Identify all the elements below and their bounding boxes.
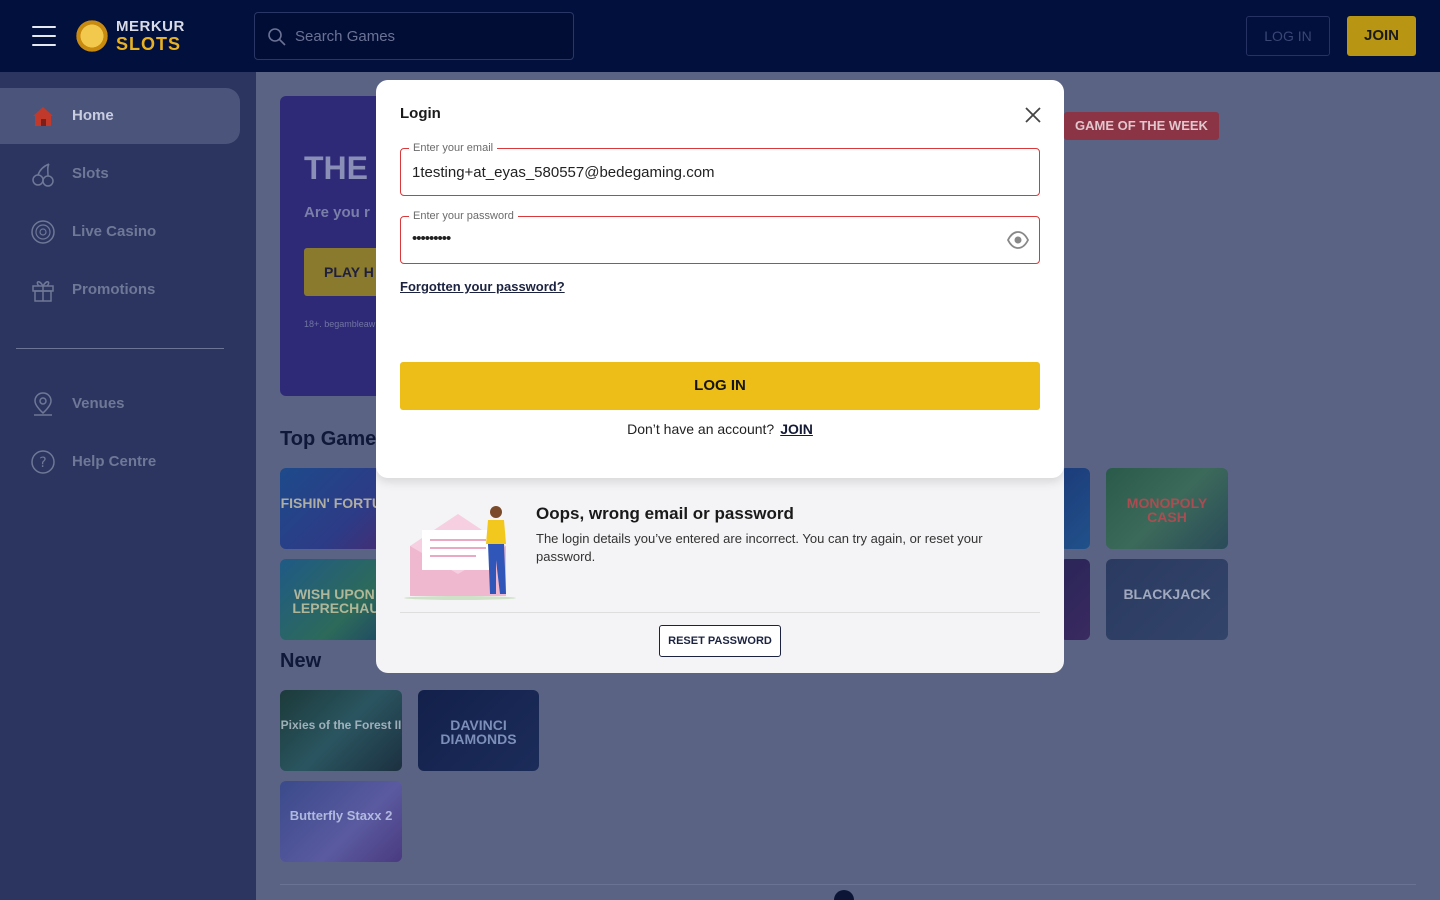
gift-icon bbox=[32, 281, 54, 302]
sidebar-item-help-centre[interactable]: ? Help Centre bbox=[0, 434, 240, 490]
game-tile-title: DAVINCI DIAMONDS bbox=[440, 717, 517, 747]
help-circle-icon: ? bbox=[31, 450, 55, 474]
game-tile-title: MONOPOLY CASH bbox=[1126, 495, 1208, 525]
sidebar-item-label: Live Casino bbox=[72, 223, 157, 240]
new-games-heading: New bbox=[280, 650, 322, 672]
email-field-label: Enter your email bbox=[409, 141, 498, 155]
password-field-label: Enter your password bbox=[409, 209, 518, 223]
error-title: Oops, wrong email or password bbox=[536, 504, 794, 523]
sidebar-item-home[interactable]: Home bbox=[0, 88, 240, 144]
game-tile[interactable]: Butterfly Staxx 2 bbox=[280, 781, 402, 862]
sidebar: Home Slots Live Casino Promotions Venues… bbox=[0, 72, 256, 900]
login-form-panel: Login Enter your email 1testing+at_eyas_… bbox=[376, 80, 1064, 478]
no-account-row: Don’t have an account? JOIN bbox=[376, 421, 1064, 437]
sidebar-item-label: Promotions bbox=[72, 281, 156, 298]
search-placeholder: Search Games bbox=[295, 28, 396, 45]
game-tile[interactable]: Pixies of the Forest II bbox=[280, 690, 402, 771]
game-of-the-week-badge: GAME OF THE WEEK bbox=[1064, 112, 1219, 140]
sidebar-item-label: Home bbox=[72, 107, 114, 124]
roulette-icon bbox=[31, 220, 55, 244]
password-field[interactable]: Enter your password ••••••••• bbox=[400, 209, 1040, 264]
sidebar-item-label: Help Centre bbox=[72, 453, 157, 470]
location-pin-icon bbox=[34, 392, 52, 416]
top-header: MERKUR SLOTS Search Games LOG IN JOIN bbox=[0, 0, 1440, 72]
top-games-heading: Top Game bbox=[280, 428, 377, 450]
logo-text-bottom: SLOTS bbox=[116, 34, 182, 54]
modal-title: Login bbox=[400, 105, 441, 122]
svg-text:?: ? bbox=[39, 455, 46, 471]
reset-password-button[interactable]: RESET PASSWORD bbox=[659, 625, 781, 657]
sun-logo-icon bbox=[72, 16, 112, 56]
search-games-input[interactable]: Search Games bbox=[254, 12, 574, 60]
envelope-person-illustration bbox=[404, 506, 516, 600]
login-modal: Login Enter your email 1testing+at_eyas_… bbox=[376, 80, 1064, 673]
game-tile[interactable]: MONOPOLY CASH bbox=[1106, 468, 1228, 549]
cherries-icon bbox=[32, 163, 54, 187]
hamburger-menu-icon[interactable] bbox=[32, 26, 56, 46]
password-field-value[interactable]: ••••••••• bbox=[412, 230, 451, 247]
sidebar-item-live-casino[interactable]: Live Casino bbox=[0, 204, 240, 260]
game-tile[interactable] bbox=[1060, 468, 1090, 549]
game-tile-title: Butterfly Staxx 2 bbox=[289, 808, 393, 823]
sidebar-item-promotions[interactable]: Promotions bbox=[0, 262, 240, 318]
header-join-button[interactable]: JOIN bbox=[1347, 16, 1416, 56]
error-divider bbox=[400, 612, 1040, 613]
game-tile-title: Pixies of the Forest II bbox=[280, 718, 402, 732]
hero-title: THE bbox=[304, 150, 368, 186]
sidebar-item-venues[interactable]: Venues bbox=[0, 376, 240, 432]
show-password-eye-icon[interactable] bbox=[1007, 231, 1029, 249]
error-message: The login details you’ve entered are inc… bbox=[536, 531, 983, 564]
game-tile[interactable]: BLACKJACK bbox=[1106, 559, 1228, 640]
home-icon bbox=[33, 107, 53, 126]
forgot-password-link[interactable]: Forgotten your password? bbox=[400, 279, 565, 294]
sidebar-item-label: Slots bbox=[72, 165, 109, 182]
game-tile[interactable]: DAVINCI DIAMONDS bbox=[418, 690, 539, 771]
sidebar-item-slots[interactable]: Slots bbox=[0, 146, 240, 202]
logo-text-top: MERKUR bbox=[116, 18, 185, 35]
join-link[interactable]: JOIN bbox=[780, 421, 813, 437]
email-field[interactable]: Enter your email 1testing+at_eyas_580557… bbox=[400, 141, 1040, 196]
game-tile-title: BLACKJACK bbox=[1123, 586, 1211, 602]
no-account-text: Don’t have an account? bbox=[627, 421, 775, 437]
sidebar-divider bbox=[16, 348, 224, 349]
game-tile[interactable] bbox=[1060, 559, 1090, 640]
header-login-button[interactable]: LOG IN bbox=[1246, 16, 1330, 56]
email-field-value[interactable]: 1testing+at_eyas_580557@bedegaming.com bbox=[412, 164, 715, 181]
search-icon bbox=[268, 28, 286, 46]
merkur-slots-logo[interactable]: MERKUR SLOTS bbox=[72, 14, 188, 58]
hero-subtitle: Are you r bbox=[304, 204, 370, 221]
close-icon[interactable] bbox=[1022, 104, 1044, 126]
sidebar-item-label: Venues bbox=[72, 395, 125, 412]
login-submit-button[interactable]: LOG IN bbox=[400, 362, 1040, 410]
